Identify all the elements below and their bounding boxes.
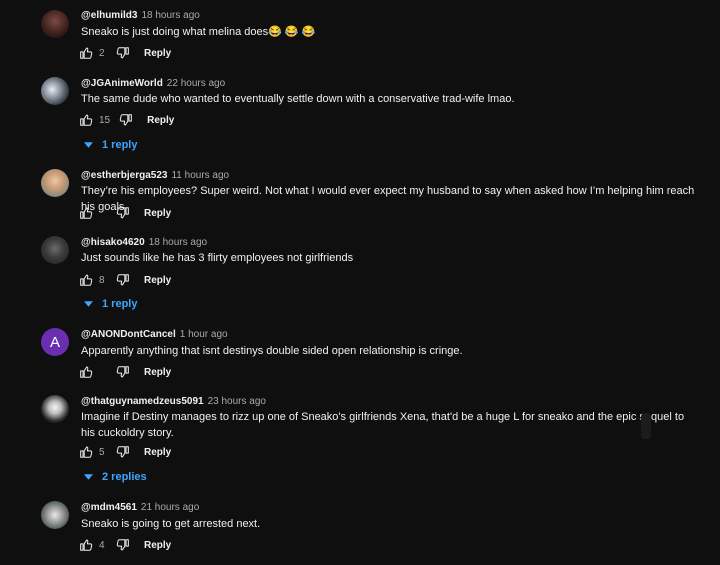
avatar[interactable]	[41, 10, 69, 38]
comment-text: Apparently anything that isnt destinys d…	[81, 345, 463, 357]
like-button[interactable]	[79, 113, 94, 127]
thumb-up-icon	[80, 114, 93, 126]
reply-button[interactable]: Reply	[144, 48, 171, 59]
thumb-down-icon	[116, 539, 129, 551]
view-replies-button[interactable]: 1 reply	[84, 296, 137, 312]
avatar-letter: A	[49, 333, 60, 351]
comment-text: Sneako is just doing what melina does😂 😂…	[81, 26, 316, 38]
thumb-up-icon	[80, 366, 93, 378]
like-button[interactable]	[79, 365, 94, 379]
comment-author[interactable]: @estherbjerga523	[81, 170, 167, 181]
replies-count-label: 1 reply	[102, 139, 138, 151]
chevron-down-icon	[84, 474, 93, 480]
thumb-up-icon	[80, 274, 93, 286]
avatar[interactable]	[41, 236, 69, 264]
comment-time[interactable]: 1 hour ago	[180, 329, 228, 340]
thumb-down-icon	[116, 47, 129, 59]
replies-count-label: 1 reply	[102, 298, 138, 310]
avatar[interactable]	[41, 501, 69, 529]
comment-time[interactable]: 18 hours ago	[141, 10, 199, 21]
avatar[interactable]	[41, 395, 69, 423]
thumb-down-icon	[116, 446, 129, 458]
comment-time[interactable]: 21 hours ago	[141, 502, 199, 513]
dislike-button[interactable]	[115, 538, 130, 552]
thumb-down-icon	[116, 207, 129, 219]
comment-time[interactable]: 18 hours ago	[149, 237, 207, 248]
like-count: 15	[99, 114, 111, 126]
thumb-up-icon	[80, 47, 93, 59]
comment-time[interactable]: 22 hours ago	[167, 78, 225, 89]
like-button[interactable]	[79, 46, 94, 60]
dislike-button[interactable]	[115, 46, 130, 60]
reply-button[interactable]: Reply	[144, 367, 171, 378]
scrollbar-thumb[interactable]	[641, 413, 651, 439]
dislike-button[interactable]	[118, 113, 133, 127]
avatar[interactable]	[41, 169, 69, 197]
chevron-down-icon	[84, 301, 93, 307]
like-button[interactable]	[79, 206, 94, 220]
like-count: 2	[99, 47, 105, 59]
comment-author[interactable]: @mdm4561	[81, 502, 137, 513]
like-count: 5	[99, 446, 105, 458]
replies-count-label: 2 replies	[102, 471, 147, 483]
comment-author[interactable]: @elhumild3	[81, 10, 137, 21]
chevron-down-icon	[84, 142, 93, 148]
comment-text: The same dude who wanted to eventually s…	[81, 93, 515, 105]
avatar[interactable]: A	[41, 328, 69, 356]
comment-text: Just sounds like he has 3 flirty employe…	[81, 252, 354, 264]
like-button[interactable]	[79, 538, 94, 552]
dislike-button[interactable]	[115, 273, 130, 287]
dislike-button[interactable]	[115, 365, 130, 379]
thumb-up-icon	[80, 446, 93, 458]
reply-button[interactable]: Reply	[144, 208, 171, 219]
view-replies-button[interactable]: 2 replies	[84, 469, 147, 485]
dislike-button[interactable]	[115, 206, 130, 220]
comment-author[interactable]: @JGAnimeWorld	[81, 78, 163, 89]
comment-author[interactable]: @hisako4620	[81, 237, 145, 248]
thumb-down-icon	[116, 274, 129, 286]
like-count: 8	[99, 274, 105, 286]
comment-author[interactable]: @thatguynamedzeus5091	[81, 396, 204, 407]
thumb-up-icon	[80, 539, 93, 551]
comment-text: They’re his employees? Super weird. Not …	[81, 185, 695, 213]
thumb-up-icon	[80, 207, 93, 219]
comment-text: Imagine if Destiny manages to rizz up on…	[81, 411, 685, 439]
thumb-down-icon	[116, 366, 129, 378]
like-button[interactable]	[79, 445, 94, 459]
like-count: 4	[99, 539, 105, 551]
reply-button[interactable]: Reply	[144, 275, 171, 286]
comment-text: Sneako is going to get arrested next.	[81, 518, 261, 530]
reply-button[interactable]: Reply	[144, 540, 171, 551]
comment-time[interactable]: 23 hours ago	[208, 396, 266, 407]
avatar[interactable]	[41, 77, 69, 105]
thumb-down-icon	[119, 114, 132, 126]
view-replies-button[interactable]: 1 reply	[84, 137, 137, 153]
like-button[interactable]	[79, 273, 94, 287]
dislike-button[interactable]	[115, 445, 130, 459]
comment-time[interactable]: 11 hours ago	[171, 170, 229, 181]
reply-button[interactable]: Reply	[147, 115, 174, 126]
comment-author[interactable]: @ANONDontCancel	[81, 329, 176, 340]
reply-button[interactable]: Reply	[144, 447, 171, 458]
